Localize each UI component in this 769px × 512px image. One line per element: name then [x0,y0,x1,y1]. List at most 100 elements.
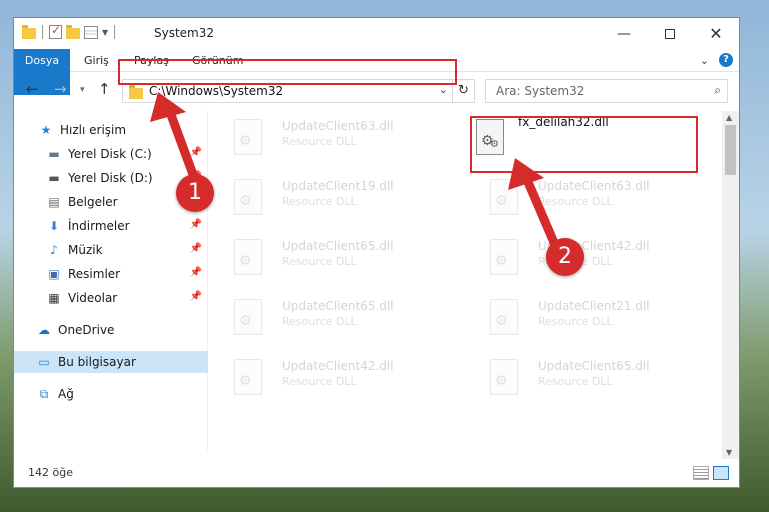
forward-arrow-icon[interactable]: → [54,80,67,98]
recent-locations-chevron-icon[interactable]: ▾ [80,85,85,95]
tab-home[interactable]: Giriş [74,49,119,72]
cloud-icon: ☁ [38,323,50,337]
file-highlight [470,116,698,173]
document-icon: ▤ [48,195,60,209]
file-item[interactable]: ⚙ UpdateClient21.dll Resource DLL [470,293,700,339]
drive-icon: ▬ [48,171,60,185]
download-icon: ⬇ [48,219,60,233]
sidebar-item-network[interactable]: ⧉ Ağ [14,383,208,405]
file-name: UpdateClient63.dll [282,119,394,133]
minimize-button[interactable]: — [601,18,647,49]
sidebar-item-label: Ağ [58,387,74,401]
sidebar-item-quick-access[interactable]: ★ Hızlı erişim [14,119,208,141]
file-type: Resource DLL [282,195,357,208]
file-item[interactable]: ⚙ UpdateClient19.dll Resource DLL [214,173,444,219]
dll-file-icon: ⚙ [490,299,520,335]
pin-icon[interactable]: 📌 [190,243,202,254]
navigation-pane: ★ Hızlı erişim ▬ Yerel Disk (C:) 📌 ▬ Yer… [14,111,208,451]
toolbar-divider [114,25,116,39]
new-folder-icon[interactable] [66,24,80,39]
scrollbar-thumb[interactable] [725,125,736,175]
file-type: Resource DLL [538,315,613,328]
video-icon: ▦ [48,291,60,305]
sidebar-item-local-disk-c[interactable]: ▬ Yerel Disk (C:) 📌 [14,143,208,165]
pin-icon[interactable]: 📌 [190,291,202,302]
file-name: UpdateClient65.dll [538,359,650,373]
star-icon: ★ [40,123,52,137]
computer-icon: ▭ [38,355,50,369]
address-path[interactable]: C:\Windows\System32 [149,84,283,98]
pin-icon[interactable]: 📌 [190,219,202,230]
drive-icon: ▬ [48,147,60,161]
details-view-icon[interactable] [693,466,709,480]
file-item[interactable]: ⚙ UpdateClient42.dll Resource DLL [470,233,700,279]
title-bar: ▼ System32 — ✕ [14,18,739,49]
sidebar-item-label: OneDrive [58,323,115,337]
file-name: UpdateClient21.dll [538,299,650,313]
search-placeholder: Ara: System32 [496,84,585,98]
file-type: Resource DLL [282,255,357,268]
dll-file-icon: ⚙ [234,119,264,155]
back-arrow-icon[interactable]: ← [26,80,39,98]
dll-file-icon: ⚙ [490,179,520,215]
address-bar-highlight [118,59,457,85]
vertical-scrollbar[interactable]: ▲ ▼ [722,111,739,459]
sidebar-item-pictures[interactable]: ▣ Resimler 📌 [14,263,208,285]
file-type: Resource DLL [282,375,357,388]
file-name: UpdateClient65.dll [282,239,394,253]
status-bar: 142 öğe [14,461,739,487]
search-input[interactable]: Ara: System32 ⌕ [485,79,728,103]
file-type: Resource DLL [538,375,613,388]
sidebar-item-this-pc[interactable]: ▭ Bu bilgisayar [14,351,208,373]
customize-toolbar-chevron-icon[interactable]: ▼ [102,28,108,37]
file-name: UpdateClient63.dll [538,179,650,193]
sidebar-item-label: Belgeler [68,195,118,209]
toolbar-divider [42,25,43,39]
file-name: UpdateClient65.dll [282,299,394,313]
maximize-button[interactable] [647,18,693,49]
file-type: Resource DLL [282,135,357,148]
file-type: Resource DLL [538,195,613,208]
folder-icon [22,24,36,39]
properties-checkbox-icon[interactable] [49,23,62,39]
file-name: UpdateClient19.dll [282,179,394,193]
dll-file-icon: ⚙ [234,359,264,395]
up-arrow-icon[interactable]: ↑ [98,80,111,98]
step-1-badge: 1 [176,174,214,212]
sidebar-item-label: Bu bilgisayar [58,355,136,369]
network-icon: ⧉ [39,386,49,401]
file-type: Resource DLL [282,315,357,328]
sidebar-item-videos[interactable]: ▦ Videolar 📌 [14,287,208,309]
sidebar-item-onedrive[interactable]: ☁ OneDrive [14,319,208,341]
search-icon[interactable]: ⌕ [714,83,721,98]
music-icon: ♪ [50,243,58,257]
file-item[interactable]: ⚙ UpdateClient42.dll Resource DLL [214,353,444,399]
expand-ribbon-chevron-icon[interactable]: ⌄ [700,54,709,67]
pin-icon[interactable]: 📌 [190,147,202,158]
sidebar-item-downloads[interactable]: ⬇ İndirmeler 📌 [14,215,208,237]
sidebar-item-label: İndirmeler [68,219,130,233]
sidebar-item-label: Yerel Disk (D:) [68,171,153,185]
file-item[interactable]: ⚙ UpdateClient65.dll Resource DLL [214,233,444,279]
file-item[interactable]: ⚙ UpdateClient65.dll Resource DLL [470,353,700,399]
file-item[interactable]: ⚙ UpdateClient63.dll Resource DLL [470,173,700,219]
dll-file-icon: ⚙ [490,359,520,395]
scroll-down-arrow-icon[interactable]: ▼ [726,448,732,457]
properties-icon[interactable] [84,25,98,39]
close-button[interactable]: ✕ [693,18,739,49]
file-item[interactable]: ⚙ UpdateClient65.dll Resource DLL [214,293,444,339]
sidebar-item-music[interactable]: ♪ Müzik 📌 [14,239,208,261]
pin-icon[interactable]: 📌 [190,267,202,278]
help-icon[interactable]: ? [719,53,733,67]
sidebar-item-label: Yerel Disk (C:) [68,147,152,161]
window-title: System32 [154,26,215,40]
dll-file-icon: ⚙ [234,299,264,335]
large-icons-view-icon[interactable] [713,466,729,480]
scroll-up-arrow-icon[interactable]: ▲ [726,113,732,122]
view-toggle [693,466,729,480]
file-explorer-window: ▼ System32 — ✕ Dosya Giriş Paylaş Görünü… [13,17,740,488]
ribbon-controls: ⌄ ? [700,53,733,67]
file-name: UpdateClient42.dll [282,359,394,373]
item-count: 142 öğe [28,466,73,479]
file-item[interactable]: ⚙ UpdateClient63.dll Resource DLL [214,113,444,159]
